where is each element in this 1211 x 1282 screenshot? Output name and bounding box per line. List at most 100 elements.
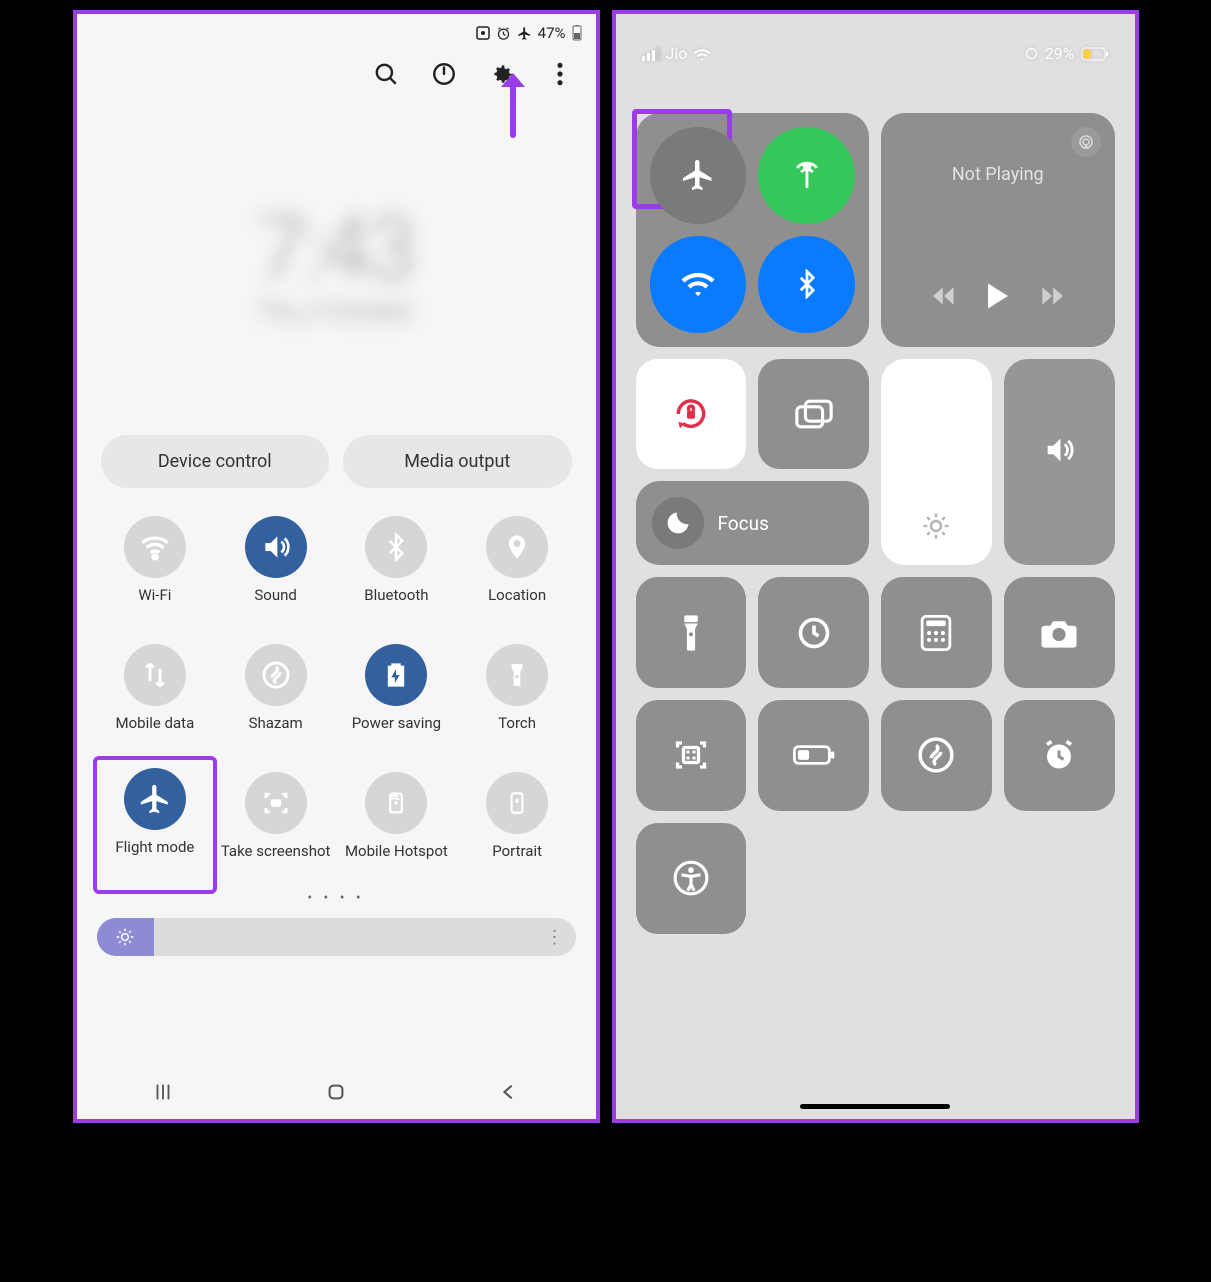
tile-wifi[interactable]: Wi-Fi xyxy=(95,508,216,630)
battery-pct: 29% xyxy=(1045,44,1075,63)
back-button[interactable] xyxy=(498,1081,520,1103)
home-button[interactable] xyxy=(325,1081,347,1103)
alarm-icon xyxy=(496,26,511,41)
tile-bluetooth[interactable]: Bluetooth xyxy=(336,508,457,630)
bluetooth-toggle[interactable] xyxy=(758,236,855,333)
torch-icon xyxy=(486,644,548,706)
qrscan-button[interactable] xyxy=(636,700,747,811)
tile-label: Power saving xyxy=(352,714,441,750)
battery-icon xyxy=(572,25,582,41)
status-bar: Jio 29% xyxy=(616,14,1135,63)
power-icon[interactable] xyxy=(430,60,458,88)
qs-grid: Wi-Fi Sound Bluetooth Location Mobile da… xyxy=(77,488,596,886)
signal-icon xyxy=(642,47,660,61)
tile-label: Shazam xyxy=(249,714,303,750)
tile-label: Mobile Hotspot xyxy=(345,842,448,878)
nav-bar xyxy=(77,1081,596,1103)
powersave-icon xyxy=(365,644,427,706)
airplane-icon xyxy=(124,768,186,830)
play-icon[interactable] xyxy=(984,281,1012,311)
media-controls xyxy=(932,281,1064,311)
shortcuts-row xyxy=(616,700,1135,811)
lock-clock: 7:43 Thu, 6 October xyxy=(77,198,596,325)
media-output-pill[interactable]: Media output xyxy=(343,435,572,488)
volume-slider[interactable] xyxy=(1004,359,1115,566)
time-text: 7:43 xyxy=(77,198,596,301)
more-icon[interactable]: ⋮ xyxy=(546,927,564,948)
square-icon xyxy=(476,26,490,40)
lowpower-button[interactable] xyxy=(758,700,869,811)
tile-hotspot[interactable]: Mobile Hotspot xyxy=(336,764,457,886)
shazam-button[interactable] xyxy=(881,700,992,811)
accessibility-button[interactable] xyxy=(636,823,747,934)
alarm-button[interactable] xyxy=(1004,700,1115,811)
tile-torch[interactable]: Torch xyxy=(457,636,578,758)
shortcuts-row xyxy=(616,577,1135,688)
brightness-slider[interactable] xyxy=(881,359,1115,566)
battery-icon xyxy=(1081,47,1109,61)
connectivity-card xyxy=(636,113,870,347)
tile-label: Wi-Fi xyxy=(138,586,171,622)
tile-screenshot[interactable]: Take screenshot xyxy=(215,764,336,886)
forward-icon[interactable] xyxy=(1038,285,1064,307)
shazam-icon xyxy=(245,644,307,706)
airplane-icon xyxy=(517,26,532,41)
tile-shazam[interactable]: Shazam xyxy=(215,636,336,758)
screen-mirroring-button[interactable] xyxy=(758,359,869,470)
sun-icon xyxy=(921,511,951,541)
date-text: Thu, 6 October xyxy=(77,297,596,325)
airplay-icon[interactable] xyxy=(1071,127,1101,157)
focus-label: Focus xyxy=(718,512,769,535)
bluetooth-icon xyxy=(365,516,427,578)
ios-control-center: Jio 29% Not Playing xyxy=(612,10,1139,1123)
tile-label: Location xyxy=(488,586,546,622)
brightness-thumb xyxy=(97,918,154,956)
status-bar: 47% xyxy=(77,14,596,42)
speaker-icon xyxy=(1042,433,1076,467)
tile-flightmode[interactable]: Flight mode xyxy=(93,756,218,894)
brightness-slider[interactable] xyxy=(881,359,992,566)
now-playing-label: Not Playing xyxy=(952,164,1044,185)
tile-portrait[interactable]: Portrait xyxy=(457,764,578,886)
media-card[interactable]: Not Playing xyxy=(881,113,1115,347)
hotspot-icon xyxy=(365,772,427,834)
android-quick-settings: 47% 7:43 Thu, 6 October Device control M… xyxy=(73,10,600,1123)
camera-button[interactable] xyxy=(1004,577,1115,688)
tile-label: Mobile data xyxy=(116,714,195,750)
carrier-text: Jio xyxy=(666,44,688,63)
tile-label: Sound xyxy=(254,586,296,622)
mobiledata-icon xyxy=(124,644,186,706)
tile-label: Bluetooth xyxy=(364,586,428,622)
focus-button[interactable]: Focus xyxy=(636,481,870,565)
location-icon xyxy=(486,516,548,578)
airplane-toggle[interactable] xyxy=(650,127,747,224)
calculator-button[interactable] xyxy=(881,577,992,688)
wifi-toggle[interactable] xyxy=(650,236,747,333)
brightness-slider[interactable]: ⋮ xyxy=(97,918,576,956)
tile-label: Portrait xyxy=(492,842,542,878)
tile-label: Torch xyxy=(498,714,536,750)
orientation-lock-toggle[interactable] xyxy=(636,359,747,470)
shortcuts-row xyxy=(616,823,1135,934)
portrait-icon xyxy=(486,772,548,834)
tile-sound[interactable]: Sound xyxy=(215,508,336,630)
sound-icon xyxy=(245,516,307,578)
device-control-pill[interactable]: Device control xyxy=(101,435,330,488)
cellular-toggle[interactable] xyxy=(758,127,855,224)
rewind-icon[interactable] xyxy=(932,285,958,307)
more-icon[interactable] xyxy=(546,60,574,88)
flashlight-button[interactable] xyxy=(636,577,747,688)
status-left: Jio xyxy=(642,44,712,63)
tile-location[interactable]: Location xyxy=(457,508,578,630)
orientation-icon xyxy=(1024,46,1039,61)
tile-mobiledata[interactable]: Mobile data xyxy=(95,636,216,758)
home-indicator[interactable] xyxy=(800,1104,950,1109)
tile-powersave[interactable]: Power saving xyxy=(336,636,457,758)
annotation-arrow xyxy=(495,69,531,139)
battery-pct: 47% xyxy=(538,24,566,42)
recents-button[interactable] xyxy=(152,1081,174,1103)
tile-label: Flight mode xyxy=(115,838,194,874)
timer-button[interactable] xyxy=(758,577,869,688)
wifi-icon xyxy=(124,516,186,578)
search-icon[interactable] xyxy=(372,60,400,88)
